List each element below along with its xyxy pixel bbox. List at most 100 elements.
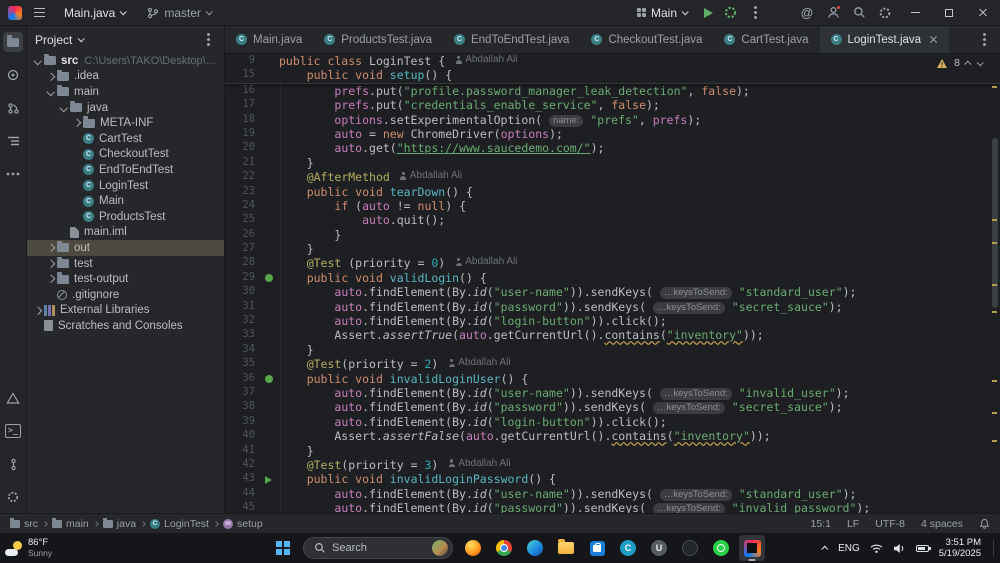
code-line-23[interactable]: 23 public void tearDown() { <box>225 185 1000 199</box>
tree-item-main-iml[interactable]: main.iml <box>27 225 224 241</box>
breadcrumb-logintest[interactable]: C LoginTest <box>150 518 209 530</box>
tab-main-java[interactable]: C Main.java <box>225 26 313 53</box>
show-desktop-button[interactable] <box>993 540 994 556</box>
language-indicator[interactable]: ENG <box>838 543 860 554</box>
code-line-26[interactable]: 26 } <box>225 228 1000 242</box>
file-encoding[interactable]: UTF-8 <box>875 518 905 530</box>
code-line-43[interactable]: 43 public void invalidLoginPassword() { <box>225 472 1000 486</box>
code-line-17[interactable]: 17 prefs.put("credentials_enable_service… <box>225 98 1000 112</box>
line-ending[interactable]: LF <box>847 518 859 530</box>
taskbar-app-store[interactable] <box>584 535 610 561</box>
breadcrumb-src[interactable]: src <box>10 517 38 530</box>
breadcrumb-main[interactable]: main <box>52 517 89 530</box>
code-line-40[interactable]: 40 Assert.assertFalse(auto.getCurrentUrl… <box>225 429 1000 443</box>
run-test-icon[interactable] <box>258 372 279 386</box>
profile-button[interactable] <box>820 0 846 25</box>
code-line-31[interactable]: 31 auto.findElement(By.id("password")).s… <box>225 300 1000 314</box>
terminal-toolwindow-button[interactable]: >_ <box>3 421 23 441</box>
code-line-29[interactable]: 29 public void validLogin() { <box>225 271 1000 285</box>
wifi-icon[interactable] <box>870 543 883 554</box>
code-line-38[interactable]: 38 auto.findElement(By.id("password")).s… <box>225 400 1000 415</box>
project-toolwindow-button[interactable] <box>3 32 23 52</box>
tab-productstest-java[interactable]: C ProductsTest.java <box>313 26 443 53</box>
tree-item-idea[interactable]: .idea <box>27 69 224 85</box>
git-toolwindow-button[interactable] <box>3 454 23 474</box>
close-tab-icon[interactable] <box>929 35 938 44</box>
tree-item-main[interactable]: C Main <box>27 193 224 209</box>
notifications-bell-icon[interactable] <box>979 518 990 529</box>
taskbar-clock[interactable]: 3:51 PM 5/19/2025 <box>939 537 981 559</box>
project-panel-header[interactable]: Project <box>27 26 224 53</box>
code-line-21[interactable]: 21 } <box>225 156 1000 170</box>
tree-item-checkouttest[interactable]: C CheckoutTest <box>27 147 224 163</box>
branch-widget[interactable]: master <box>140 3 218 23</box>
tab-carttest-java[interactable]: C CartTest.java <box>713 26 819 53</box>
code-line-15[interactable]: 15 public void setup() { <box>225 68 1000 82</box>
prev-issue-icon[interactable] <box>964 60 972 68</box>
code-line-32[interactable]: 32 auto.findElement(By.id("login-button"… <box>225 314 1000 328</box>
tree-item-test[interactable]: test <box>27 256 224 272</box>
code-line-18[interactable]: 18 options.setExperimentalOption( name: … <box>225 113 1000 127</box>
taskbar-app-c-app[interactable]: C <box>615 535 641 561</box>
code-line-45[interactable]: 45 auto.findElement(By.id("password")).s… <box>225 501 1000 513</box>
code-line-34[interactable]: 34 } <box>225 343 1000 357</box>
breadcrumb-setup[interactable]: m setup <box>222 518 263 530</box>
structure-toolwindow-button[interactable] <box>3 131 23 151</box>
code-line-22[interactable]: 22 @AfterMethod Abdallah Ali <box>225 170 1000 184</box>
code-line-44[interactable]: 44 auto.findElement(By.id("user-name")).… <box>225 487 1000 501</box>
taskbar-search[interactable]: Search <box>303 537 453 559</box>
taskbar-app-intellij[interactable] <box>739 535 765 561</box>
panel-options-icon[interactable] <box>207 38 210 41</box>
editor-scrollbar[interactable] <box>989 54 1000 513</box>
tree-item-carttest[interactable]: C CartTest <box>27 131 224 147</box>
battery-icon[interactable] <box>915 544 931 552</box>
tree-item-external-libraries[interactable]: External Libraries <box>27 303 224 319</box>
tree-item-logintest[interactable]: C LoginTest <box>27 178 224 194</box>
tree-item-productstest[interactable]: C ProductsTest <box>27 209 224 225</box>
maximize-button[interactable] <box>932 0 966 25</box>
code-line-36[interactable]: 36 public void invalidLoginUser() { <box>225 372 1000 386</box>
taskbar-app-chrome[interactable] <box>491 535 517 561</box>
code-line-24[interactable]: 24 if (auto != null) { <box>225 199 1000 213</box>
code-line-37[interactable]: 37 auto.findElement(By.id("user-name")).… <box>225 386 1000 400</box>
services-toolwindow-button[interactable] <box>3 487 23 507</box>
close-button[interactable] <box>966 0 1000 25</box>
pull-requests-toolwindow-button[interactable] <box>3 98 23 118</box>
volume-icon[interactable] <box>893 543 906 554</box>
tree-item-java[interactable]: java <box>27 100 224 116</box>
code-line-35[interactable]: 35 @Test(priority = 2) Abdallah Ali <box>225 357 1000 371</box>
tree-item-out[interactable]: out <box>27 240 224 256</box>
taskbar-app-firefox[interactable] <box>460 535 486 561</box>
breadcrumb-java[interactable]: java <box>102 517 136 530</box>
taskbar-app-dark-app[interactable] <box>677 535 703 561</box>
project-widget[interactable]: Main.java <box>57 3 132 23</box>
tree-item-src[interactable]: src C:\Users\TAKO\Desktop\Project\Pro <box>27 53 224 69</box>
more-toolwindows-icon[interactable] <box>3 164 23 184</box>
code-line-20[interactable]: 20 auto.get("https://www.saucedemo.com/"… <box>225 141 1000 155</box>
search-highlight-image[interactable] <box>432 540 448 556</box>
code-line-41[interactable]: 41 } <box>225 444 1000 458</box>
code-line-16[interactable]: 16 prefs.put("profile.password_manager_l… <box>225 84 1000 98</box>
code-line-9[interactable]: 9 public class LoginTest {Abdallah Ali <box>225 54 1000 68</box>
tree-item-main[interactable]: main <box>27 84 224 100</box>
commit-toolwindow-button[interactable] <box>3 65 23 85</box>
code-editor[interactable]: 9 public class LoginTest {Abdallah Ali 15 … <box>225 54 1000 513</box>
code-line-25[interactable]: 25 auto.quit(); <box>225 213 1000 227</box>
scrollbar-thumb[interactable] <box>992 138 998 308</box>
tree-item-endtoendtest[interactable]: C EndToEndTest <box>27 162 224 178</box>
settings-button[interactable] <box>872 0 898 25</box>
taskbar-app-u-app[interactable]: U <box>646 535 672 561</box>
tree-item-test-output[interactable]: test-output <box>27 271 224 287</box>
code-line-33[interactable]: 33 Assert.assertTrue(auto.getCurrentUrl(… <box>225 328 1000 342</box>
inspections-widget[interactable]: 8 <box>936 57 984 69</box>
tab-endtoendtest-java[interactable]: C EndToEndTest.java <box>443 26 580 53</box>
caret-position[interactable]: 15:1 <box>811 518 831 530</box>
minimize-button[interactable] <box>898 0 932 25</box>
code-line-28[interactable]: 28 @Test (priority = 0) Abdallah Ali <box>225 256 1000 270</box>
main-menu-icon[interactable] <box>30 4 49 21</box>
run-test-icon[interactable] <box>258 271 279 285</box>
more-actions-icon[interactable] <box>754 11 758 14</box>
taskbar-app-folder[interactable] <box>553 535 579 561</box>
code-line-42[interactable]: 42 @Test(priority = 3) Abdallah Ali <box>225 458 1000 472</box>
tree-item-gitignore[interactable]: .gitignore <box>27 287 224 303</box>
